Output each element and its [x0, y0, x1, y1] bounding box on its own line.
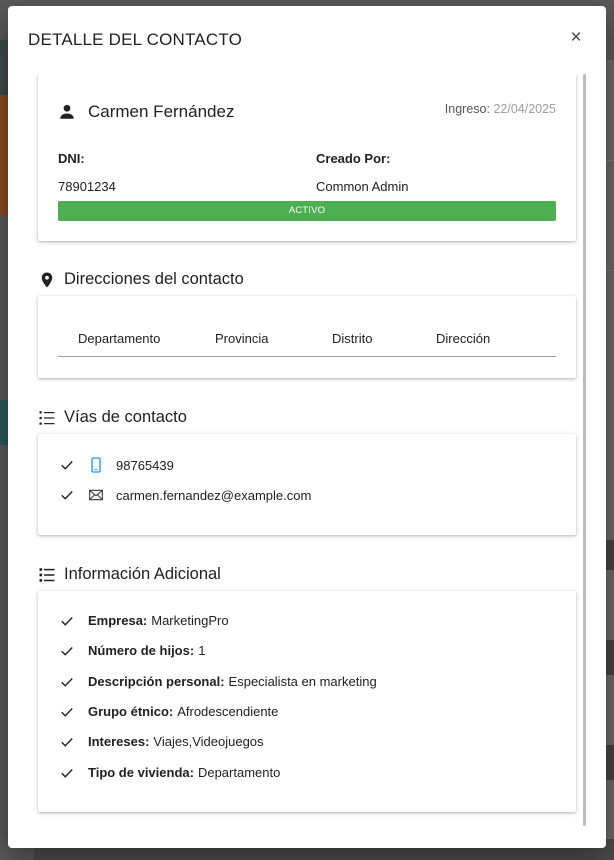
info-value: Viajes,Videojuegos: [153, 734, 264, 749]
contact-name: Carmen Fernández: [88, 102, 235, 121]
status-badge: ACTIVO: [58, 201, 556, 221]
info-label: Grupo étnico:: [88, 704, 174, 719]
modal-title: DETALLE DEL CONTACTO: [28, 30, 243, 49]
addresses-table-header: Departamento Provincia Distrito Direcció…: [58, 326, 556, 357]
info-label: Descripción personal:: [88, 674, 225, 689]
contact-name-row: Carmen Fernández: [58, 102, 234, 122]
check-icon: [61, 707, 73, 717]
info-item-descripcion: Descripción personal: Especialista en ma…: [60, 674, 377, 689]
envelope-icon: [89, 489, 103, 501]
info-label: Empresa:: [88, 613, 148, 628]
addresses-section-title: Direcciones del contacto: [38, 270, 244, 289]
additional-info-card: Empresa: MarketingPro Número de hijos: 1…: [38, 591, 576, 812]
created-by-value: Common Admin: [316, 179, 409, 194]
column-header-departamento: Departamento: [78, 331, 161, 346]
phone-value: 98765439: [116, 457, 174, 473]
column-header-provincia: Provincia: [215, 331, 269, 346]
info-value: 1: [198, 643, 206, 658]
email-value: carmen.fernandez@example.com: [116, 487, 312, 503]
check-icon: [61, 768, 73, 778]
additional-info-section-title: Información Adicional: [38, 565, 221, 584]
check-icon: [61, 461, 73, 470]
ingreso-value: 22/04/2025: [493, 102, 556, 116]
modal-header: DETALLE DEL CONTACTO ×: [8, 6, 606, 74]
info-label: Intereses:: [88, 734, 150, 749]
column-header-distrito: Distrito: [332, 331, 373, 346]
check-icon: [61, 616, 73, 626]
column-header-direccion: Dirección: [436, 331, 491, 346]
ingreso-label: Ingreso:: [444, 102, 490, 116]
info-item-intereses: Intereses: Viajes,Videojuegos: [60, 734, 264, 749]
created-by-label: Creado Por:: [316, 151, 391, 166]
info-value: MarketingPro: [151, 613, 229, 628]
location-pin-icon: [41, 272, 53, 287]
info-label: Tipo de vivienda:: [88, 765, 194, 780]
list-icon: [39, 567, 55, 582]
dni-label: DNI:: [58, 151, 85, 166]
info-item-tipo-vivienda: Tipo de vivienda: Departamento: [60, 765, 280, 780]
list-icon: [39, 410, 55, 425]
mobile-phone-icon: [91, 457, 101, 473]
check-icon: [61, 677, 73, 687]
addresses-card: Departamento Provincia Distrito Direcció…: [38, 296, 576, 378]
contact-ways-title: Vías de contacto: [64, 408, 187, 426]
info-item-grupo-etnico: Grupo étnico: Afrodescendiente: [60, 704, 278, 719]
contact-way-item: carmen.fernandez@example.com: [60, 487, 311, 503]
info-label: Número de hijos:: [88, 643, 195, 658]
check-icon: [61, 646, 73, 656]
info-value: Departamento: [197, 765, 281, 780]
scrollbar[interactable]: [583, 74, 586, 826]
close-button[interactable]: ×: [566, 28, 586, 48]
info-value: Afrodescendiente: [177, 704, 279, 719]
contact-detail-modal: DETALLE DEL CONTACTO × Carmen Fernández …: [8, 6, 606, 848]
info-value: Especialista en marketing: [228, 674, 377, 689]
modal-body[interactable]: Carmen Fernández Ingreso: 22/04/2025 DNI…: [8, 74, 606, 848]
person-icon: [60, 104, 74, 119]
info-item-numero-hijos: Número de hijos: 1: [60, 643, 205, 658]
check-icon: [61, 491, 73, 500]
contact-way-item: 98765439: [60, 457, 174, 473]
contact-ways-card: 98765439 carmen.fernandez@example.com: [38, 434, 576, 535]
additional-info-title: Información Adicional: [64, 565, 221, 583]
ingreso-date: Ingreso: 22/04/2025: [445, 102, 556, 116]
check-icon: [61, 737, 73, 747]
dni-value: 78901234: [58, 179, 116, 194]
info-item-empresa: Empresa: MarketingPro: [60, 613, 229, 628]
contact-ways-section-title: Vías de contacto: [38, 408, 187, 427]
addresses-title: Direcciones del contacto: [64, 270, 244, 288]
contact-summary-card: Carmen Fernández Ingreso: 22/04/2025 DNI…: [38, 74, 576, 241]
